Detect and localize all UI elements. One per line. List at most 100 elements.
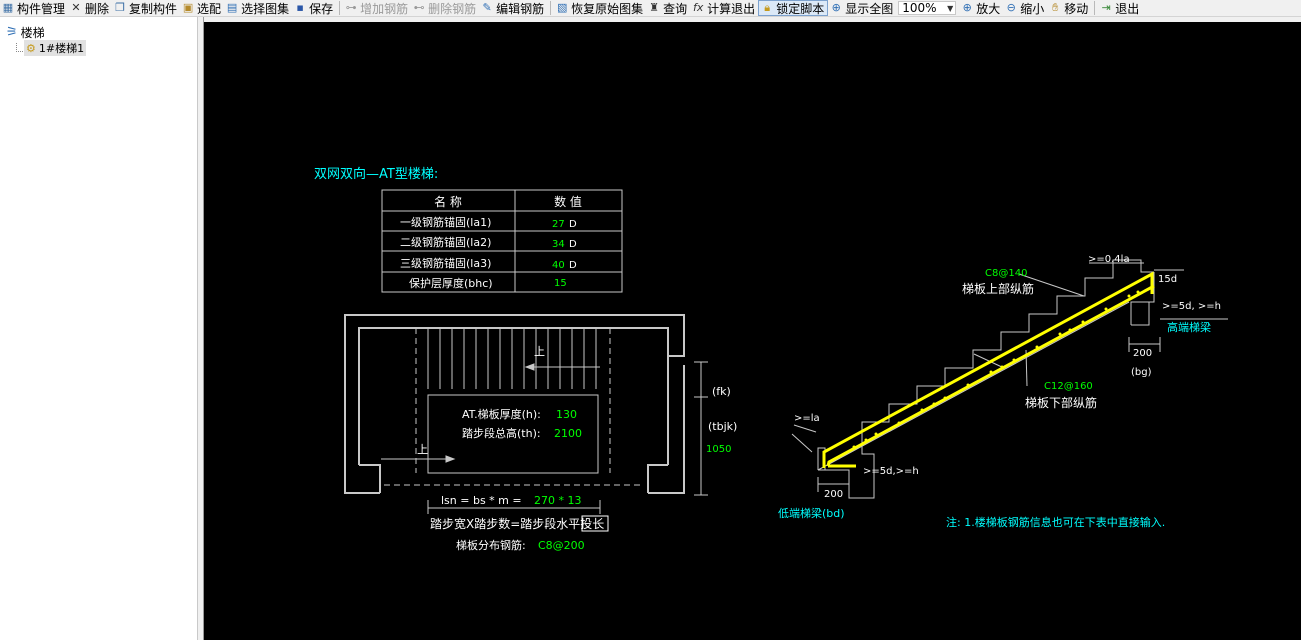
formula-prefix: lsn = bs * m = — [441, 494, 522, 507]
copy-component-button[interactable]: ❐ 复制构件 — [112, 0, 180, 16]
zoom-in-label: 放大 — [976, 1, 1001, 16]
table-row-value[interactable]: 27 — [552, 219, 565, 230]
fk-label: (fk) — [712, 385, 731, 398]
zoom-select[interactable]: 100% ▼ — [898, 1, 957, 15]
toolbar-separator — [1094, 1, 1096, 15]
high-beam-width: 200 — [1133, 348, 1152, 359]
tree-child-label: 1#楼梯1 — [38, 42, 85, 55]
zoom-out-label: 缩小 — [1020, 1, 1045, 16]
exit-icon: ⇥ — [1101, 1, 1111, 14]
stair-height-value[interactable]: 2100 — [554, 427, 582, 440]
select-atlas-button[interactable]: ▤ 选择图集 — [224, 0, 292, 16]
rebar-lines — [822, 271, 1155, 468]
delete-rebar-button[interactable]: ⊷ 删除钢筋 — [411, 0, 479, 16]
high-beam-code: (bg) — [1131, 367, 1152, 378]
calc-icon: fx — [692, 1, 704, 14]
zoom-in-button[interactable]: ⊕ 放大 — [959, 0, 1003, 16]
exit-label: 退出 — [1115, 1, 1140, 16]
select-fit-label: 选配 — [197, 1, 222, 16]
lock-icon: 🔒︎ — [764, 1, 771, 14]
zoom-value: 100% — [902, 1, 937, 15]
low-anchor-length: >=la — [794, 413, 820, 424]
add-rebar-button[interactable]: ⊶ 增加钢筋 — [343, 0, 411, 16]
select-fit-icon: ▣ — [182, 1, 194, 14]
show-all-icon: ⊕ — [831, 1, 841, 14]
table-header-name: 名 称 — [434, 194, 462, 209]
save-icon: ▪ — [296, 1, 304, 14]
component-manage-icon: ▦ — [2, 1, 14, 14]
select-fit-button[interactable]: ▣ 选配 — [180, 0, 224, 16]
zoom-out-icon: ⊖ — [1006, 1, 1016, 14]
stair-plan-walls — [344, 314, 685, 494]
exit-button[interactable]: ⇥ 退出 — [1098, 0, 1142, 16]
edit-rebar-button[interactable]: ✎ 编辑钢筋 — [479, 0, 547, 16]
high-end-beam-label: 高端梯梁 — [1167, 320, 1211, 334]
table-row-value[interactable]: 15 — [554, 278, 567, 289]
top-anchor-length: >=0.4la — [1088, 254, 1130, 265]
bottom-rebar-spec[interactable]: C12@160 — [1044, 381, 1093, 392]
table-row-value[interactable]: 40 — [552, 260, 565, 271]
tbjk-value[interactable]: 1050 — [706, 444, 731, 455]
edit-rebar-icon: ✎ — [482, 1, 492, 14]
save-button[interactable]: ▪ 保存 — [292, 0, 336, 16]
hook-length-label: 15d — [1158, 274, 1177, 285]
save-label: 保存 — [309, 1, 334, 16]
delete-icon: ✕ — [71, 1, 81, 14]
top-rebar-spec[interactable]: C8@140 — [985, 268, 1027, 279]
component-manage-label: 构件管理 — [17, 1, 66, 16]
show-all-label: 显示全图 — [845, 1, 894, 16]
drawing-title: 双网双向—AT型楼梯: — [314, 166, 438, 182]
low-end-anchor-label: >=5d,>=h — [863, 466, 919, 477]
plan-up-label-top: 上 — [534, 345, 545, 358]
tree-root-label: 楼梯 — [20, 26, 45, 40]
delete-rebar-label: 删除钢筋 — [428, 1, 477, 16]
table-row-name: 一级钢筋锚固(la1) — [400, 215, 491, 229]
component-tree-panel: ⚞ 楼梯 ⚙ 1#楼梯1 — [0, 17, 198, 640]
table-row-unit: D — [569, 239, 577, 250]
move-icon: ✋︎ — [1052, 1, 1059, 14]
restore-icon: ▧ — [556, 1, 568, 14]
lock-script-button[interactable]: 🔒︎ 锁定脚本 — [758, 0, 829, 16]
toolbar: ▦ 构件管理 ✕ 删除 ❐ 复制构件 ▣ 选配 ▤ 选择图集 ▪ 保存 ⊶ 增加钢筋 ⊷ 删除钢… — [0, 0, 1301, 17]
add-rebar-icon: ⊶ — [345, 1, 357, 14]
zoom-out-button[interactable]: ⊖ 缩小 — [1003, 0, 1047, 16]
toolbar-separator — [339, 1, 341, 15]
restore-atlas-button[interactable]: ▧ 恢复原始图集 — [554, 0, 646, 16]
tbjk-label: (tbjk) — [708, 420, 737, 433]
slab-thickness-value[interactable]: 130 — [556, 408, 577, 421]
stair-height-label: 踏步段总高(th): — [462, 426, 541, 440]
query-button[interactable]: ♜ 查询 — [646, 0, 690, 16]
delete-button[interactable]: ✕ 删除 — [68, 0, 112, 16]
gear-icon: ⚙ — [26, 41, 36, 55]
calc-exit-button[interactable]: fx 计算退出 — [690, 0, 758, 16]
tree-node-stairs[interactable]: ⚞ 楼梯 — [6, 24, 45, 41]
plan-side-dimension — [694, 361, 708, 496]
component-manage-button[interactable]: ▦ 构件管理 — [0, 0, 68, 16]
stair-drawing: 双网双向—AT型楼梯: 名 称 数 值 一级钢筋锚固(la1) 27 D 二级钢… — [314, 166, 1228, 552]
move-label: 移动 — [1064, 1, 1089, 16]
move-button[interactable]: ✋︎ 移动 — [1047, 0, 1091, 16]
tree-node-stair-1[interactable]: ⚙ 1#楼梯1 — [24, 40, 87, 56]
distribution-rebar-value[interactable]: C8@200 — [538, 539, 585, 552]
table-row-unit: D — [569, 260, 577, 271]
copy-component-label: 复制构件 — [129, 1, 178, 16]
restore-atlas-label: 恢复原始图集 — [571, 1, 644, 16]
table-row-name: 三级钢筋锚固(la3) — [400, 256, 491, 270]
formula-value[interactable]: 270 * 13 — [534, 494, 582, 507]
low-end-beam-label: 低端梯梁(bd) — [778, 506, 845, 520]
select-atlas-label: 选择图集 — [241, 1, 290, 16]
atlas-icon: ▤ — [226, 1, 238, 14]
table-row-name: 保护层厚度(bhc) — [409, 276, 493, 290]
table-row-value[interactable]: 34 — [552, 239, 565, 250]
table-row-unit: D — [569, 219, 577, 230]
table-row-name: 二级钢筋锚固(la2) — [400, 235, 491, 249]
add-rebar-label: 增加钢筋 — [360, 1, 409, 16]
section-dimensions — [791, 262, 1228, 492]
show-all-button[interactable]: ⊕ 显示全图 — [828, 0, 896, 16]
distribution-rebar-label: 梯板分布钢筋: — [456, 538, 526, 552]
drawing-canvas[interactable]: 双网双向—AT型楼梯: 名 称 数 值 一级钢筋锚固(la1) 27 D 二级钢… — [204, 22, 1301, 640]
table-header-value: 数 值 — [554, 194, 582, 209]
bottom-rebar-label: 梯板下部纵筋 — [1025, 395, 1097, 410]
chevron-down-icon: ▼ — [947, 3, 954, 13]
delete-label: 删除 — [85, 1, 110, 16]
